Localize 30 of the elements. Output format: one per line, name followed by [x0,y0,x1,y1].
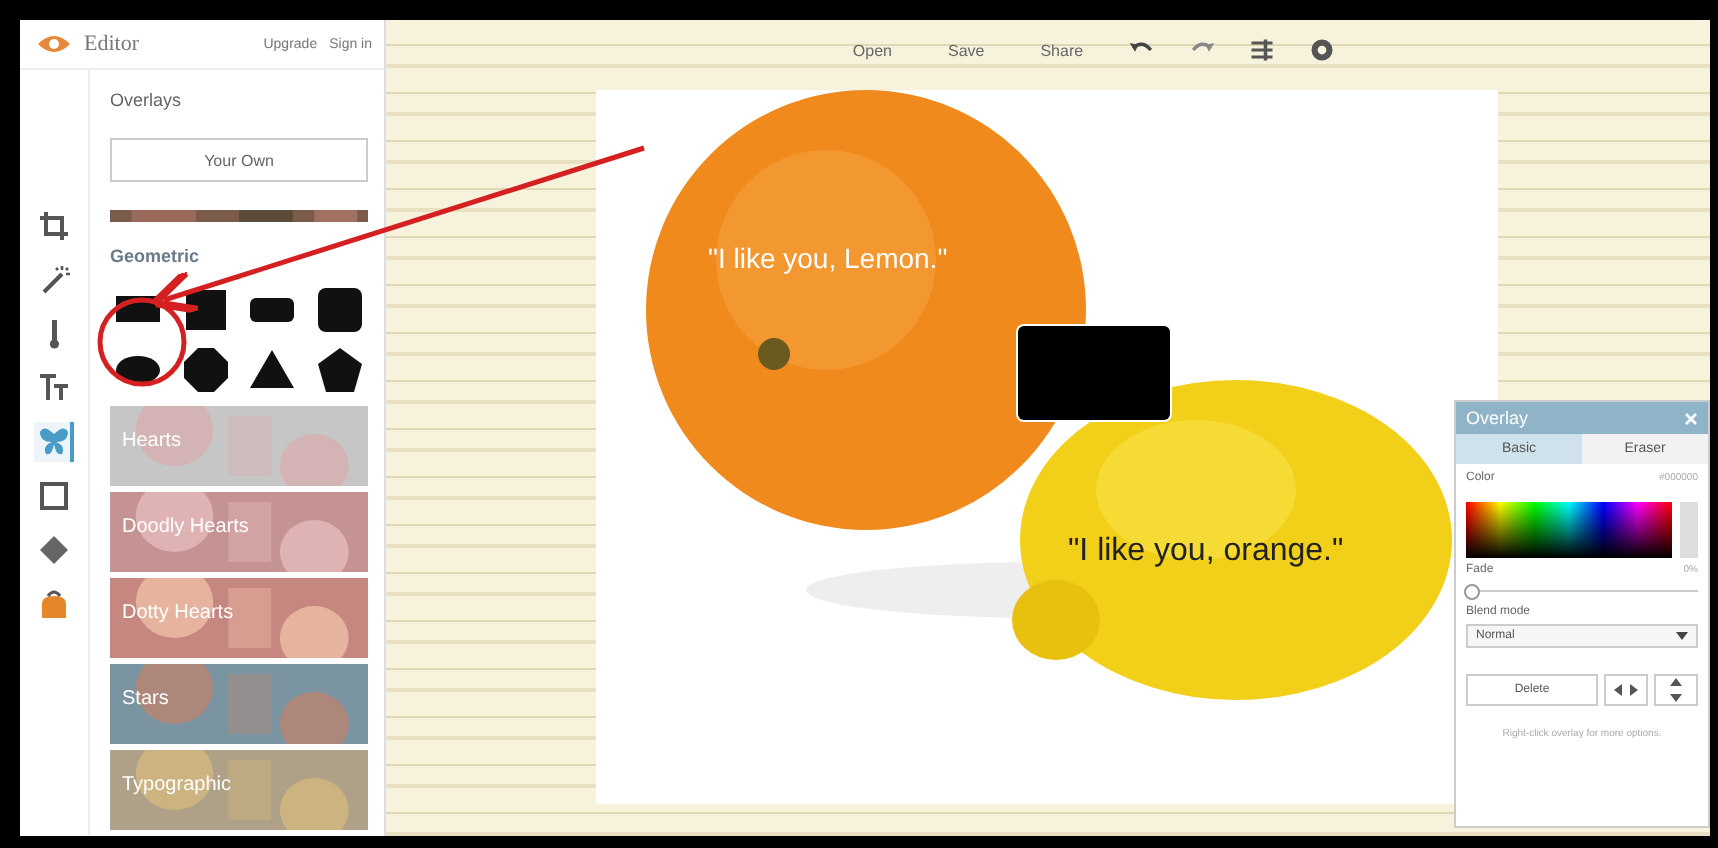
panel-title: Overlays [110,90,184,110]
octagon-icon[interactable] [181,346,230,394]
circle-annotation [97,297,187,387]
caption-text[interactable]: "I like you, orange." [1068,534,1344,570]
toolbar-button[interactable]: Save [935,37,997,63]
color-spectrum[interactable] [1466,502,1672,558]
frame-icon[interactable] [34,476,74,516]
slider-thumb[interactable] [1464,584,1480,600]
square-icon[interactable] [181,286,230,334]
rounded-square-icon[interactable] [315,286,364,334]
caret-icon [1676,632,1688,640]
category-item[interactable]: Stars [122,688,169,710]
app-name: Editor [84,32,139,56]
flip-horizontal-button[interactable] [1604,674,1648,706]
gear-icon[interactable] [1307,36,1336,64]
section-label: Geometric [110,246,202,266]
color-swatch [1680,502,1698,558]
toolbar-button[interactable]: Share [1028,37,1096,63]
up-down-arrows-icon [1670,678,1682,702]
flip-vertical-button[interactable] [1654,674,1698,706]
panel-title: Overlay [1466,408,1529,428]
toolbar-button[interactable]: Open [840,37,904,63]
logo-icon [36,32,72,56]
crop-icon[interactable] [34,206,74,246]
triangle-icon[interactable] [248,346,297,394]
pentagon-icon[interactable] [315,346,364,394]
sliders-icon[interactable] [1247,36,1276,64]
left-right-arrows-icon [1614,684,1638,696]
your-own-button[interactable]: Your Own [110,138,368,182]
butterfly-icon[interactable] [34,422,74,462]
